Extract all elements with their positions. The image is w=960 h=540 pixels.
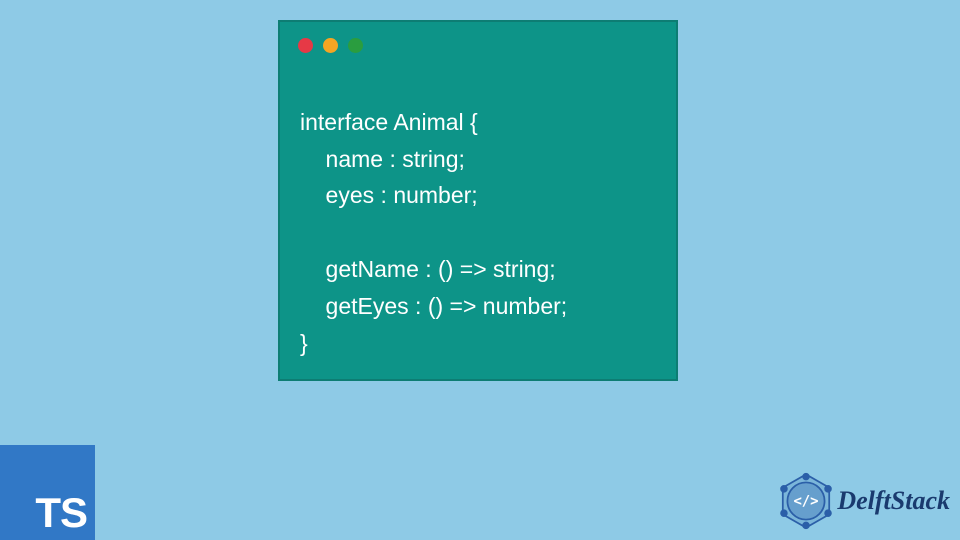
typescript-badge-label: TS [35, 492, 87, 534]
code-line: name : string; [300, 146, 465, 172]
minimize-icon [323, 38, 338, 53]
close-icon [298, 38, 313, 53]
code-line: getName : () => string; [300, 256, 556, 282]
delftstack-logo: </> DelftStack [777, 472, 950, 530]
traffic-lights [280, 34, 676, 67]
delftstack-label: DelftStack [837, 486, 950, 516]
code-block: interface Animal { name : string; eyes :… [280, 67, 676, 361]
typescript-badge: TS [0, 445, 95, 540]
code-line: interface Animal { [300, 109, 478, 135]
maximize-icon [348, 38, 363, 53]
code-line: getEyes : () => number; [300, 293, 567, 319]
code-window: interface Animal { name : string; eyes :… [278, 20, 678, 381]
code-brackets-icon: </> [794, 494, 819, 510]
delftstack-icon: </> [777, 472, 835, 530]
code-line: } [300, 330, 308, 356]
code-line: eyes : number; [300, 182, 478, 208]
